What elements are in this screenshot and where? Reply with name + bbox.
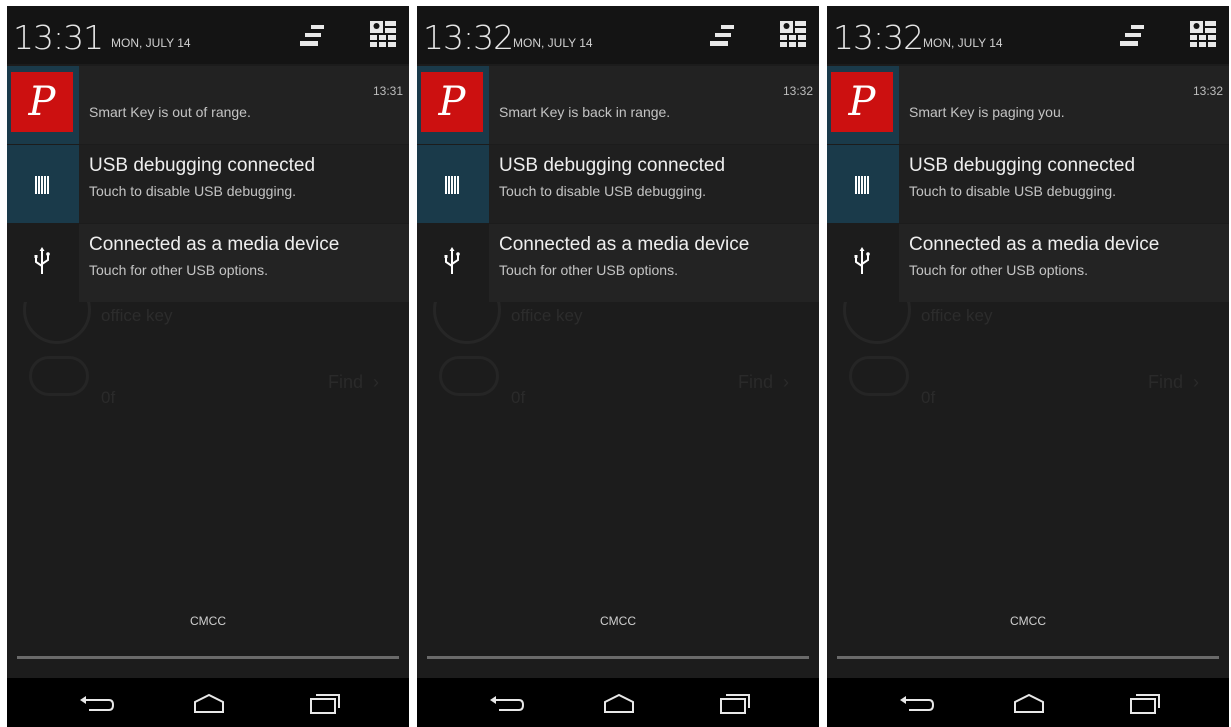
notification-text: Smart Key is back in range.	[499, 104, 671, 120]
notification-usb-media[interactable]: Connected as a media device Touch for ot…	[7, 224, 409, 302]
usb-icon	[417, 224, 489, 302]
notification-text: Smart Key is paging you.	[909, 104, 1065, 120]
notification-smart-key[interactable]: P Smart Key is paging you. 13:32	[827, 66, 1229, 144]
notification-title: Connected as a media device	[499, 234, 750, 255]
notification-icon-area: P	[7, 66, 79, 144]
quick-settings-icon[interactable]	[1189, 20, 1217, 48]
home-icon[interactable]	[1009, 688, 1049, 718]
notification-icon-area: P	[827, 66, 899, 144]
notification-usb-debugging[interactable]: USB debugging connected Touch to disable…	[417, 145, 819, 223]
notification-title: USB debugging connected	[499, 155, 726, 176]
ghost-key-name: office key	[101, 306, 173, 325]
ghost-key-name: office key	[921, 306, 993, 325]
notification-smart-key[interactable]: P Smart Key is back in range. 13:32	[417, 66, 819, 144]
ghost-key-shape	[439, 356, 499, 396]
notification-title: Connected as a media device	[89, 234, 340, 255]
ghost-key-shape	[29, 356, 89, 396]
ghost-find-label: Find	[1147, 372, 1183, 392]
notification-time: 13:31	[372, 84, 403, 98]
carrier-label: CMCC	[190, 614, 226, 628]
notification-text: Touch to disable USB debugging.	[909, 183, 1117, 199]
notification-text: Smart Key is out of range.	[89, 104, 251, 120]
notification-title: USB debugging connected	[909, 155, 1136, 176]
shade-drag-handle[interactable]	[17, 656, 399, 659]
notification-text: Touch for other USB options.	[89, 262, 268, 278]
status-header: 13:31 MON, JULY 14	[7, 6, 409, 64]
notification-text: Touch for other USB options.	[499, 262, 678, 278]
home-icon[interactable]	[189, 688, 229, 718]
notification-text: Touch to disable USB debugging.	[499, 183, 707, 199]
date: MON, JULY 14	[513, 36, 593, 50]
back-icon[interactable]	[487, 688, 527, 718]
clock: 13:31	[13, 18, 104, 57]
shade-drag-handle[interactable]	[427, 656, 809, 659]
ghost-zero-label: 0f	[921, 388, 936, 407]
status-header: 13:32 MON, JULY 14	[417, 6, 819, 64]
notification-title: Connected as a media device	[909, 234, 1160, 255]
navigation-bar	[827, 678, 1229, 727]
smart-key-app-icon: P	[831, 72, 893, 132]
notification-text: Touch for other USB options.	[909, 262, 1088, 278]
notification-icon-area: P	[417, 66, 489, 144]
quick-settings-icon[interactable]	[779, 20, 807, 48]
date: MON, JULY 14	[923, 36, 1003, 50]
clock: 13:32	[833, 18, 924, 57]
shade-drag-handle[interactable]	[837, 656, 1219, 659]
notification-usb-media[interactable]: Connected as a media device Touch for ot…	[417, 224, 819, 302]
recents-icon[interactable]	[715, 688, 755, 718]
carrier-label: CMCC	[1010, 614, 1046, 628]
status-header: 13:32 MON, JULY 14	[827, 6, 1229, 64]
ghost-chevron-icon: ›	[1193, 372, 1199, 392]
notification-time: 13:32	[1192, 84, 1223, 98]
ghost-find-label: Find	[327, 372, 363, 392]
clear-all-icon[interactable]	[709, 24, 735, 48]
notification-shade-screen-3: office key 0f Find › 13:32 MON, JULY 14	[827, 6, 1229, 727]
ghost-find-label: Find	[737, 372, 773, 392]
recents-icon[interactable]	[305, 688, 345, 718]
notification-title: USB debugging connected	[89, 155, 316, 176]
notification-usb-media[interactable]: Connected as a media device Touch for ot…	[827, 224, 1229, 302]
recents-icon[interactable]	[1125, 688, 1165, 718]
usb-icon	[827, 224, 899, 302]
notification-shade-screen-1: office key 0f Find › 13:31 MON, JULY 14	[7, 6, 409, 727]
navigation-bar	[7, 678, 409, 727]
ghost-zero-label: 0f	[511, 388, 526, 407]
notification-smart-key[interactable]: P Smart Key is out of range. 13:31	[7, 66, 409, 144]
back-icon[interactable]	[77, 688, 117, 718]
ghost-key-shape	[849, 356, 909, 396]
notification-shade-screen-2: office key 0f Find › 13:32 MON, JULY 14	[417, 6, 819, 727]
usb-icon	[7, 224, 79, 302]
date: MON, JULY 14	[111, 36, 191, 50]
notification-text: Touch to disable USB debugging.	[89, 183, 297, 199]
ghost-chevron-icon: ›	[783, 372, 789, 392]
quick-settings-icon[interactable]	[369, 20, 397, 48]
carrier-label: CMCC	[600, 614, 636, 628]
usb-debug-icon	[827, 145, 899, 223]
smart-key-app-icon: P	[11, 72, 73, 132]
clear-all-icon[interactable]	[1119, 24, 1145, 48]
smart-key-app-icon: P	[421, 72, 483, 132]
usb-debug-icon	[7, 145, 79, 223]
home-icon[interactable]	[599, 688, 639, 718]
clock: 13:32	[423, 18, 514, 57]
navigation-bar	[417, 678, 819, 727]
ghost-chevron-icon: ›	[373, 372, 379, 392]
clear-all-icon[interactable]	[299, 24, 325, 48]
ghost-key-name: office key	[511, 306, 583, 325]
usb-debug-icon	[417, 145, 489, 223]
notification-time: 13:32	[782, 84, 813, 98]
notification-usb-debugging[interactable]: USB debugging connected Touch to disable…	[827, 145, 1229, 223]
notification-usb-debugging[interactable]: USB debugging connected Touch to disable…	[7, 145, 409, 223]
back-icon[interactable]	[897, 688, 937, 718]
ghost-zero-label: 0f	[101, 388, 116, 407]
